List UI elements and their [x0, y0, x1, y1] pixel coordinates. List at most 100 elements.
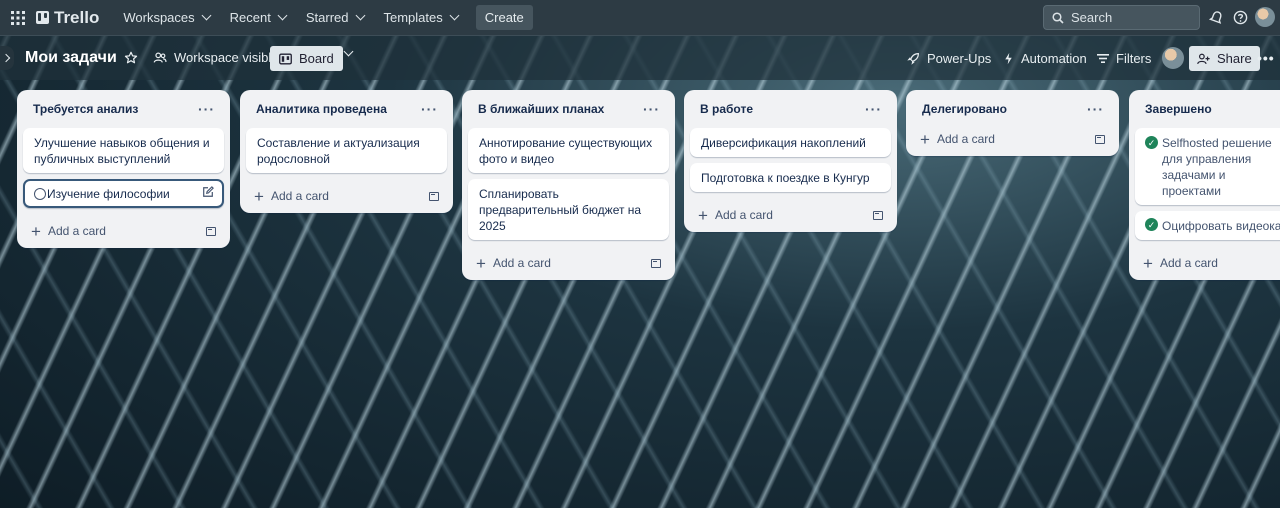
- views-dropdown-button[interactable]: [343, 46, 354, 57]
- create-from-template-icon[interactable]: [1095, 134, 1105, 144]
- templates-label: Templates: [383, 10, 443, 25]
- create-from-template-icon[interactable]: [429, 191, 439, 201]
- automation-button[interactable]: Automation: [1003, 51, 1087, 66]
- add-card-button[interactable]: + Add a card: [31, 223, 106, 240]
- chevron-down-icon: [277, 10, 288, 21]
- card[interactable]: Подготовка к поездке в Кунгур: [690, 163, 891, 192]
- list-header[interactable]: Завершено: [1135, 90, 1274, 128]
- rocket-icon: [907, 53, 919, 65]
- power-ups-button[interactable]: Power-Ups: [907, 51, 991, 66]
- plus-icon: +: [920, 129, 930, 149]
- trello-logo[interactable]: Trello: [36, 8, 99, 28]
- starred-label: Starred: [305, 10, 349, 25]
- chevron-down-icon: [449, 10, 460, 21]
- board-view-label: Board: [299, 51, 334, 66]
- list-header[interactable]: Аналитика проведена ···: [246, 90, 447, 128]
- recent-label: Recent: [229, 10, 271, 25]
- add-card-label: Add a card: [936, 132, 995, 146]
- create-from-template-icon[interactable]: [873, 210, 883, 220]
- starred-menu[interactable]: Starred: [296, 2, 374, 34]
- list-column: В ближайших планах ··· Аннотирование сущ…: [462, 90, 675, 280]
- add-card-label: Add a card: [270, 189, 329, 203]
- workspaces-menu[interactable]: Workspaces: [113, 2, 219, 34]
- search-icon: [1052, 11, 1064, 24]
- add-card-label: Add a card: [714, 208, 773, 222]
- plus-icon: +: [1143, 253, 1153, 273]
- list-title[interactable]: Аналитика проведена: [256, 102, 387, 116]
- card-complete-checkbox[interactable]: [34, 188, 46, 200]
- lightning-icon: [1005, 52, 1012, 65]
- card[interactable]: ✓ Selfhosted решение для управления зада…: [1135, 128, 1280, 205]
- board-menu-more-icon[interactable]: •••: [1257, 50, 1275, 66]
- card[interactable]: Составление и актуализация родословной: [246, 128, 447, 173]
- list-title[interactable]: В ближайших планах: [478, 102, 604, 116]
- filters-label: Filters: [1116, 51, 1152, 66]
- board-view-icon: [279, 53, 292, 64]
- add-card-button[interactable]: + Add a card: [476, 255, 551, 272]
- help-icon[interactable]: [1231, 8, 1249, 26]
- add-card-row: + Add a card: [912, 122, 1113, 156]
- automation-label: Automation: [1021, 51, 1087, 66]
- chevron-right-icon: [1, 53, 10, 63]
- board-view-button[interactable]: Board: [270, 46, 343, 71]
- app-switcher-icon[interactable]: [8, 8, 28, 28]
- list-column: Требуется анализ ··· Улучшение навыков о…: [17, 90, 230, 248]
- card-title: Составление и актуализация родословной: [257, 136, 420, 166]
- list-title[interactable]: Требуется анализ: [33, 102, 138, 116]
- trello-logo-icon: [36, 11, 49, 24]
- card-title: Оцифровать видеокасс: [1162, 219, 1280, 233]
- visibility-label: Workspace visible: [174, 50, 279, 65]
- edit-pencil-icon[interactable]: [202, 186, 214, 202]
- card[interactable]: Диверсификация накоплений: [690, 128, 891, 157]
- list-header[interactable]: В ближайших планах ···: [468, 90, 669, 128]
- add-card-button[interactable]: + Add a card: [698, 207, 773, 224]
- create-button[interactable]: Create: [475, 5, 533, 30]
- card-title: Изучение философии: [47, 187, 170, 201]
- plus-icon: +: [254, 186, 264, 206]
- member-avatar[interactable]: [1162, 47, 1184, 69]
- list-header[interactable]: Требуется анализ ···: [23, 90, 224, 128]
- list-column: Завершено ✓ Selfhosted решение для управ…: [1129, 90, 1280, 280]
- card-title: Подготовка к поездке в Кунгур: [701, 171, 870, 185]
- add-card-label: Add a card: [47, 224, 106, 238]
- card[interactable]: Аннотирование существующих фото и видео: [468, 128, 669, 173]
- card-selected[interactable]: Изучение философии: [23, 179, 224, 208]
- list-menu-more-icon[interactable]: ···: [421, 101, 438, 117]
- card-title: Спланировать предварительный бюджет на 2…: [479, 187, 642, 233]
- create-from-template-icon[interactable]: [206, 226, 216, 236]
- card[interactable]: Улучшение навыков общения и публичных вы…: [23, 128, 224, 173]
- notifications-bell-icon[interactable]: [1207, 8, 1225, 26]
- list-menu-more-icon[interactable]: ···: [198, 101, 215, 117]
- sidebar-expand-button[interactable]: [0, 46, 14, 70]
- share-label: Share: [1217, 51, 1252, 66]
- add-card-row: + Add a card: [1135, 246, 1274, 280]
- check-complete-icon[interactable]: ✓: [1145, 136, 1158, 149]
- list-header[interactable]: В работе ···: [690, 90, 891, 128]
- recent-menu[interactable]: Recent: [220, 2, 296, 34]
- create-from-template-icon[interactable]: [651, 258, 661, 268]
- templates-menu[interactable]: Templates: [374, 2, 468, 34]
- search-input[interactable]: Search: [1043, 5, 1200, 30]
- add-card-button[interactable]: + Add a card: [1143, 255, 1218, 272]
- plus-icon: +: [698, 205, 708, 225]
- list-menu-more-icon[interactable]: ···: [865, 101, 882, 117]
- share-button[interactable]: Share: [1189, 46, 1260, 71]
- card[interactable]: Спланировать предварительный бюджет на 2…: [468, 179, 669, 240]
- card[interactable]: ✓ Оцифровать видеокасс: [1135, 211, 1280, 240]
- board-title[interactable]: Мои задачи: [25, 49, 117, 67]
- star-board-button[interactable]: [124, 51, 138, 65]
- add-card-button[interactable]: + Add a card: [254, 188, 329, 205]
- add-card-button[interactable]: + Add a card: [920, 131, 995, 148]
- filters-button[interactable]: Filters: [1097, 51, 1151, 66]
- list-title[interactable]: Делегировано: [922, 102, 1007, 116]
- list-menu-more-icon[interactable]: ···: [1087, 101, 1104, 117]
- user-avatar[interactable]: [1255, 7, 1275, 27]
- list-column: В работе ··· Диверсификация накоплений П…: [684, 90, 897, 232]
- visibility-button[interactable]: Workspace visible: [153, 50, 279, 65]
- list-title[interactable]: В работе: [700, 102, 753, 116]
- plus-icon: +: [31, 221, 41, 241]
- list-title[interactable]: Завершено: [1145, 102, 1212, 116]
- check-complete-icon[interactable]: ✓: [1145, 218, 1158, 231]
- plus-icon: +: [476, 253, 486, 273]
- list-menu-more-icon[interactable]: ···: [643, 101, 660, 117]
